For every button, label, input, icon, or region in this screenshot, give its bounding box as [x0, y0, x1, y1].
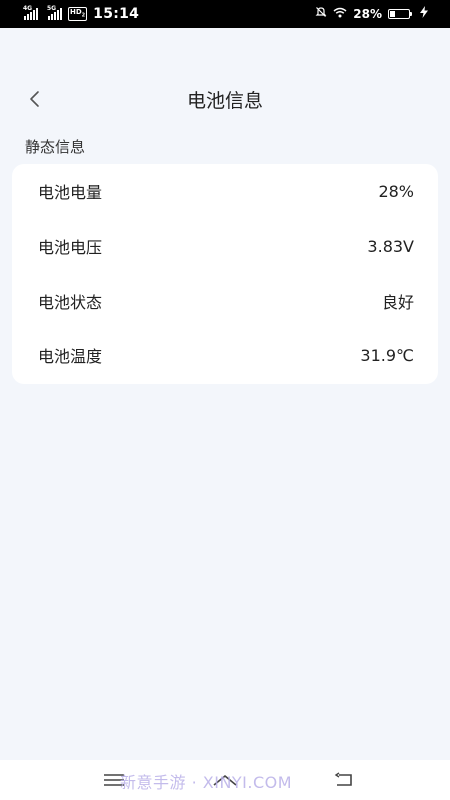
- row-label: 电池状态: [38, 293, 103, 312]
- info-row-battery-temperature: 电池温度 31.9℃: [12, 328, 438, 382]
- home-icon: [213, 775, 237, 786]
- info-row-battery-level: 电池电量 28%: [12, 164, 438, 218]
- row-label: 电池温度: [38, 347, 103, 366]
- header: 电池信息: [0, 78, 450, 118]
- charging-icon: [420, 6, 428, 22]
- status-bar: 4G 5G HD2 15:14 28%: [0, 0, 450, 28]
- back-icon: [334, 772, 352, 786]
- hd-label: HD: [70, 7, 82, 16]
- wifi-icon: [333, 7, 347, 22]
- battery-icon: [388, 9, 412, 19]
- battery-fill: [390, 11, 395, 17]
- watermark: 新意手游 · XINYI.COM: [120, 773, 293, 792]
- battery-info-card: 电池电量 28% 电池电压 3.83V 电池状态 良好 电池温度 31.9℃: [12, 164, 438, 384]
- row-value: 31.9℃: [360, 345, 414, 365]
- status-left: 4G 5G HD2 15:14: [23, 5, 140, 22]
- signal-icon: 5G: [47, 5, 62, 20]
- row-value: 28%: [378, 181, 414, 201]
- battery-percent: 28%: [353, 7, 382, 21]
- row-value: 3.83V: [367, 236, 414, 256]
- system-nav-bar: 新意手游 · XINYI.COM: [0, 760, 450, 800]
- home-button[interactable]: [211, 770, 239, 790]
- row-value: 良好: [381, 293, 414, 312]
- status-right: 28%: [315, 6, 428, 22]
- hd-sub-label: 2: [81, 12, 86, 19]
- section-label: 静态信息: [25, 138, 86, 156]
- menu-icon: [104, 774, 124, 786]
- network-type-label: 4G: [23, 5, 33, 12]
- signal-icon: 4G: [23, 5, 38, 20]
- info-row-battery-voltage: 电池电压 3.83V: [12, 219, 438, 273]
- back-nav-button[interactable]: [330, 770, 358, 790]
- row-label: 电池电压: [38, 238, 103, 257]
- page-title: 电池信息: [186, 90, 263, 112]
- hd-icon: HD2: [68, 6, 88, 22]
- menu-button[interactable]: [100, 770, 128, 790]
- clock: 15:14: [93, 6, 140, 22]
- network-type-label: 5G: [47, 5, 57, 12]
- row-label: 电池电量: [38, 183, 103, 202]
- mute-icon: [315, 6, 327, 22]
- info-row-battery-status: 电池状态 良好: [12, 274, 438, 328]
